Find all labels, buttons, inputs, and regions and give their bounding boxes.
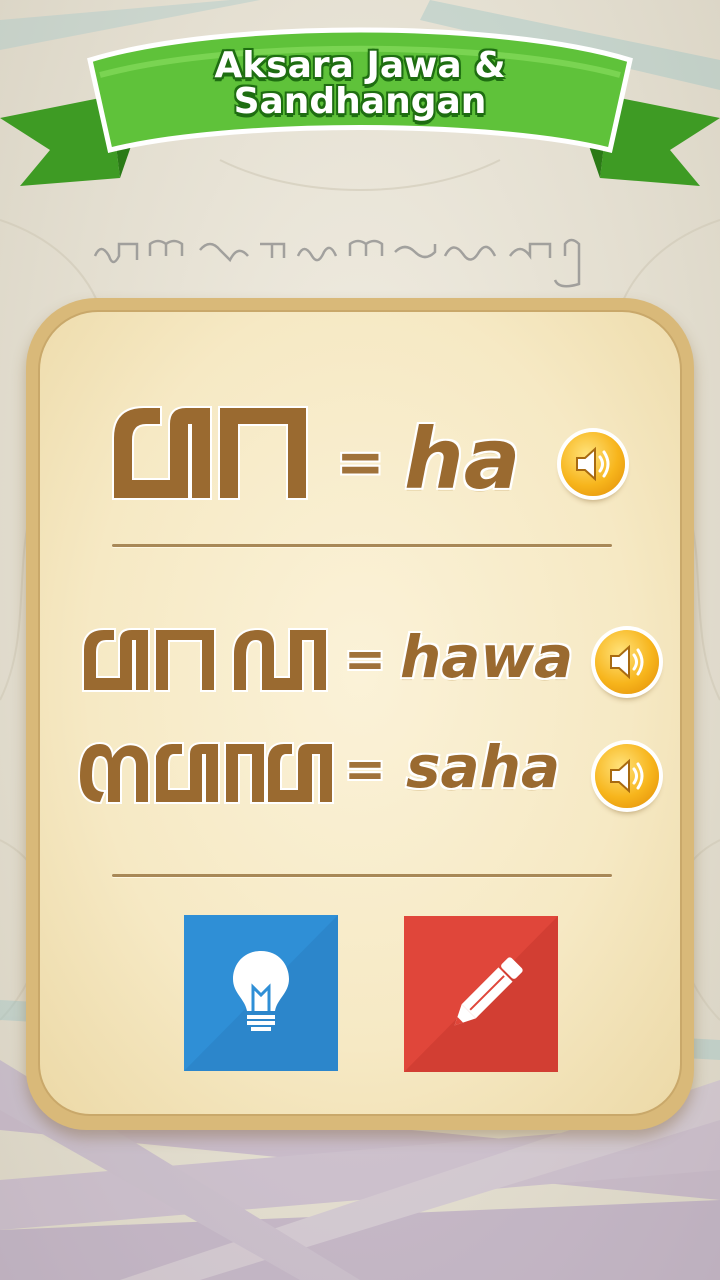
- javanese-glyph-hawa: [82, 627, 328, 692]
- speaker-icon: [610, 758, 644, 794]
- javanese-glyph-saha: [77, 741, 334, 805]
- app-title-line2: Sandhangan: [233, 81, 487, 122]
- equals-sign-example-1: =: [344, 630, 386, 688]
- speaker-icon: [576, 446, 610, 482]
- app-title-line1: Aksara Jawa &: [214, 45, 506, 86]
- play-sound-example-2-button[interactable]: [595, 744, 659, 808]
- equals-sign-main: =: [336, 428, 385, 496]
- pencil-icon: [454, 957, 523, 1026]
- javanese-glyph-ha-large: [112, 406, 308, 500]
- latin-text-example-2: saha: [406, 733, 561, 801]
- section-divider: [112, 544, 612, 547]
- latin-text-example-1: hawa: [400, 623, 574, 691]
- javanese-script-ornament: [93, 238, 581, 288]
- hint-button[interactable]: [184, 915, 338, 1071]
- play-sound-example-1-button[interactable]: [595, 630, 659, 694]
- write-button[interactable]: [404, 916, 558, 1072]
- speaker-icon: [610, 644, 644, 680]
- section-divider: [112, 874, 612, 877]
- lightbulb-icon: [233, 951, 289, 1031]
- play-sound-main-button[interactable]: [561, 432, 625, 496]
- latin-text-main: ha: [404, 410, 521, 508]
- equals-sign-example-2: =: [344, 740, 386, 798]
